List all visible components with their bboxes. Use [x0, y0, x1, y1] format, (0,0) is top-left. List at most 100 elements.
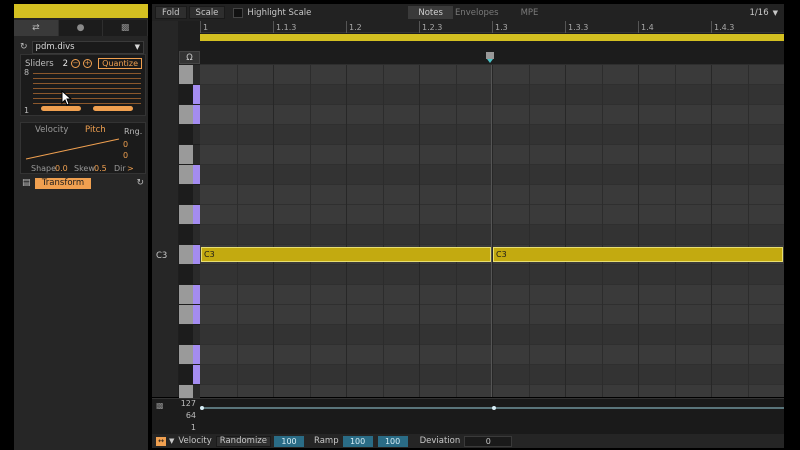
- sliders-tab-icon[interactable]: ⇄: [14, 20, 59, 36]
- editor-tabs: Notes Envelopes MPE: [408, 6, 548, 19]
- piano-key[interactable]: [179, 365, 193, 384]
- piano-key[interactable]: [179, 145, 193, 164]
- insert-marker-icon[interactable]: [486, 52, 494, 64]
- time-ruler[interactable]: 1 1.1.3 1.2 1.2.3 1.3 1.3.3 1.4 1.4.3: [200, 21, 784, 33]
- refresh-icon[interactable]: ↻: [136, 178, 144, 188]
- ramp-end[interactable]: 100: [377, 435, 408, 447]
- power-icon[interactable]: ↻: [20, 42, 28, 52]
- grid-tab-icon[interactable]: ▩: [103, 20, 149, 36]
- scale-marker: [193, 325, 200, 344]
- ruler-label: 1.2: [349, 23, 362, 32]
- scale-marker: [193, 205, 200, 224]
- panel-tabs: ⇄ ● ▩: [14, 20, 149, 36]
- deviation-label: Deviation: [419, 436, 461, 446]
- scale-marker: [193, 245, 200, 264]
- ruler-tick: [711, 21, 712, 33]
- scale-button[interactable]: Scale: [188, 6, 226, 19]
- ruler-tick: [492, 21, 493, 33]
- scale-marker: [193, 185, 200, 204]
- piano-key[interactable]: [179, 85, 193, 104]
- piano-key[interactable]: [179, 345, 193, 364]
- piano-key[interactable]: [179, 165, 193, 184]
- note-grid[interactable]: C3 C3: [200, 65, 784, 397]
- grid-line: [382, 65, 384, 397]
- piano-keys[interactable]: [179, 65, 200, 404]
- grid-setting[interactable]: 1/16 ▼: [750, 8, 778, 18]
- sliders-label: Sliders: [25, 58, 54, 69]
- device-select[interactable]: pdm.divs ▼: [31, 40, 144, 54]
- ramp-start[interactable]: 100: [342, 435, 373, 447]
- tab-velocity[interactable]: Velocity: [35, 125, 68, 135]
- pitch-label: C3: [156, 251, 168, 261]
- velocity-editor[interactable]: [200, 399, 784, 435]
- dropdown-arrow-icon: ▼: [134, 43, 140, 51]
- piano-key[interactable]: [179, 225, 193, 244]
- piano-key[interactable]: [179, 265, 193, 284]
- randomize-button[interactable]: Randomize: [215, 435, 271, 447]
- palette-tab-icon[interactable]: ●: [59, 20, 104, 36]
- dir-label: Dir: [114, 164, 126, 173]
- quantize-button[interactable]: Quantize: [98, 58, 142, 69]
- menu-icon[interactable]: ▤: [22, 178, 31, 188]
- piano-key[interactable]: [179, 285, 193, 304]
- shape-label: Shape: [31, 164, 57, 173]
- grid-line: [236, 65, 238, 397]
- sliders-count[interactable]: 2: [63, 59, 68, 69]
- grid-line: [601, 65, 603, 397]
- piano-key[interactable]: [179, 185, 193, 204]
- sliders-box: Sliders 2 − + Quantize 8 1: [20, 54, 146, 116]
- scale-marker: [193, 85, 200, 104]
- grid-line: [419, 65, 420, 397]
- midi-note[interactable]: C3: [201, 247, 491, 262]
- piano-roll-editor: C3 Ω 1 1.1.3 1.2 1.2.3 1.3 1.3.3 1.4 1.4.3 C3 C3: [152, 21, 784, 404]
- scale-marker: [193, 345, 200, 364]
- headphones-icon[interactable]: Ω: [179, 51, 200, 64]
- piano-key[interactable]: [179, 245, 193, 264]
- transform-button[interactable]: Transform: [35, 178, 91, 189]
- midi-note[interactable]: C3: [493, 247, 783, 262]
- range-label: Rng.: [124, 127, 143, 136]
- scale-marker: [193, 305, 200, 324]
- velocity-point[interactable]: [492, 406, 496, 410]
- scale-marker: [193, 365, 200, 384]
- randomize-amount[interactable]: 100: [274, 435, 304, 447]
- highlight-scale-toggle[interactable]: Highlight Scale: [227, 6, 318, 19]
- piano-key[interactable]: [179, 105, 193, 124]
- ruler-label: 1.2.3: [422, 23, 443, 32]
- ruler-label: 1: [203, 23, 209, 32]
- decrease-sliders-button[interactable]: −: [71, 59, 81, 68]
- piano-key[interactable]: [179, 65, 193, 84]
- tab-notes[interactable]: Notes: [408, 6, 453, 19]
- piano-key[interactable]: [179, 305, 193, 324]
- slider-handle-1[interactable]: [41, 106, 81, 111]
- slider-handle-2[interactable]: [93, 106, 133, 111]
- piano-key[interactable]: [179, 125, 193, 144]
- grid-line: [638, 65, 639, 397]
- velocity-mid: 64: [185, 411, 196, 420]
- velocity-min: 1: [190, 423, 196, 432]
- velocity-point[interactable]: [200, 406, 204, 410]
- scale-marker: [193, 65, 200, 84]
- transform-curve[interactable]: [25, 137, 121, 161]
- piano-key[interactable]: [179, 205, 193, 224]
- tab-pitch[interactable]: Pitch: [85, 125, 106, 135]
- shape-value[interactable]: 0.0: [55, 164, 68, 173]
- lane-icon[interactable]: ↔: [156, 436, 166, 446]
- dir-value[interactable]: >: [127, 164, 134, 173]
- fold-button[interactable]: Fold: [155, 6, 187, 19]
- range-bottom-value[interactable]: 0: [123, 151, 128, 160]
- range-top-value[interactable]: 0: [123, 140, 128, 149]
- piano-key[interactable]: [179, 325, 193, 344]
- highlight-scale-checkbox[interactable]: [233, 7, 244, 18]
- device-panel: ⇄ ● ▩ ↻ pdm.divs ▼ Sliders 2 − + Quantiz…: [14, 4, 149, 450]
- grid-line: [674, 65, 676, 397]
- grid-line: [492, 65, 493, 397]
- grid-line: [711, 65, 712, 397]
- increase-sliders-button[interactable]: +: [83, 59, 93, 68]
- device-name: pdm.divs: [35, 42, 75, 52]
- loop-brace[interactable]: [200, 34, 784, 41]
- skew-value[interactable]: 0.5: [94, 164, 107, 173]
- tab-envelopes[interactable]: Envelopes: [453, 6, 501, 19]
- deviation-field[interactable]: 0: [464, 435, 513, 447]
- tab-mpe[interactable]: MPE: [511, 6, 549, 19]
